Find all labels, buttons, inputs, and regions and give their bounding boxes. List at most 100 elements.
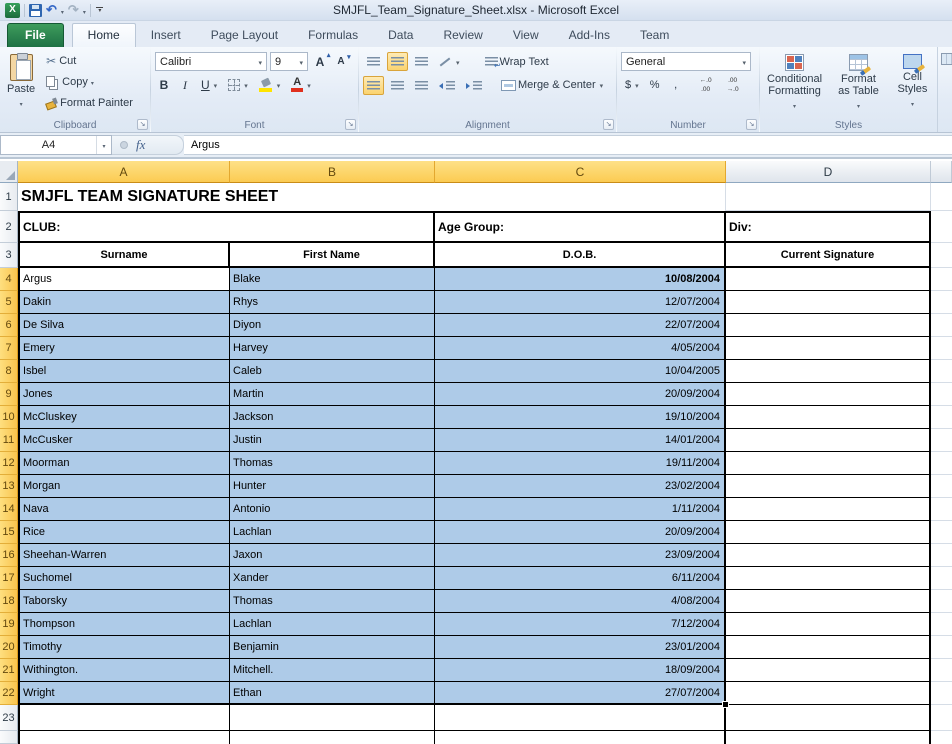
cell-b4-first-name[interactable]: Blake [230,268,435,291]
row-header-24[interactable] [0,731,18,744]
row-header-20[interactable]: 20 [0,636,18,659]
align-bottom-button[interactable] [411,52,432,71]
fill-color-button[interactable] [255,76,285,95]
tab-review[interactable]: Review [428,24,497,47]
font-size-dropdown-icon[interactable] [297,56,303,68]
cell-b20-first-name[interactable]: Benjamin [230,636,435,659]
cell-c14-dob[interactable]: 1/11/2004 [435,498,726,521]
cell-d10-signature[interactable] [726,406,931,429]
cell-a13-surname[interactable]: Morgan [18,475,230,498]
cell-d23[interactable] [726,705,931,731]
row-header-15[interactable]: 15 [0,521,18,544]
underline-dropdown-icon[interactable] [212,79,218,91]
cell-a5-surname[interactable]: Dakin [18,291,230,314]
row-header-8[interactable]: 8 [0,360,18,383]
cell-a4-surname[interactable]: Argus [18,268,230,291]
format-as-table-button[interactable]: Format as Table [831,50,886,113]
row-header-9[interactable]: 9 [0,383,18,406]
cell-a8-surname[interactable]: Isbel [18,360,230,383]
cell-e7[interactable] [931,337,952,360]
currency-dropdown-icon[interactable] [633,79,639,91]
cell-styles-button[interactable]: Cell Styles [890,50,935,113]
tab-view[interactable]: View [498,24,554,47]
underline-button[interactable]: U [197,76,221,95]
conditional-formatting-button[interactable]: Conditional Formatting [762,50,827,113]
merge-center-dropdown-icon[interactable] [598,79,604,91]
italic-button[interactable]: I [176,76,194,95]
row-header-19[interactable]: 19 [0,613,18,636]
decrease-indent-button[interactable] [435,76,459,95]
save-icon[interactable] [29,4,42,17]
cell-d18-signature[interactable] [726,590,931,613]
row-header-17[interactable]: 17 [0,567,18,590]
cell-c8-dob[interactable]: 10/04/2005 [435,360,726,383]
align-top-button[interactable] [363,52,384,71]
tab-page-layout[interactable]: Page Layout [196,24,293,47]
decrease-decimal-button[interactable]: .00 →.0 [721,76,745,95]
cell-c2-age-group-label[interactable]: Age Group: [435,211,726,243]
row-header-22[interactable]: 22 [0,682,18,705]
redo-dropdown-icon[interactable] [83,1,86,19]
cell-a12-surname[interactable]: Moorman [18,452,230,475]
header-cell-d-o-b-[interactable]: D.O.B. [435,243,726,268]
cell-e23[interactable] [931,705,952,731]
cell-e9[interactable] [931,383,952,406]
number-format-dropdown-icon[interactable] [740,56,746,68]
cell-b18-first-name[interactable]: Thomas [230,590,435,613]
cell-d21-signature[interactable] [726,659,931,682]
cell-b7-first-name[interactable]: Harvey [230,337,435,360]
tab-file[interactable]: File [7,23,64,47]
cell-c6-dob[interactable]: 22/07/2004 [435,314,726,337]
cell-a1-title[interactable]: SMJFL TEAM SIGNATURE SHEET [18,183,230,211]
column-header-c[interactable]: C [435,161,726,183]
cell-d15-signature[interactable] [726,521,931,544]
tab-insert[interactable]: Insert [136,24,196,47]
cell-c18-dob[interactable]: 4/08/2004 [435,590,726,613]
align-center-button[interactable] [387,76,408,95]
cell-d8-signature[interactable] [726,360,931,383]
row-header-23[interactable]: 23 [0,705,18,731]
cell-a18-surname[interactable]: Taborsky [18,590,230,613]
borders-dropdown-icon[interactable] [242,79,248,91]
row-header-1[interactable]: 1 [0,183,18,211]
orientation-button[interactable] [435,52,464,71]
cut-button[interactable]: Cut [44,50,135,71]
row-header-10[interactable]: 10 [0,406,18,429]
row-header-3[interactable]: 3 [0,243,18,268]
cell-c7-dob[interactable]: 4/05/2004 [435,337,726,360]
cell-a6-surname[interactable]: De Silva [18,314,230,337]
cell-e16[interactable] [931,544,952,567]
row-header-5[interactable]: 5 [0,291,18,314]
cell-b2[interactable] [230,211,435,243]
header-cell-first-name[interactable]: First Name [230,243,435,268]
cell-a9-surname[interactable]: Jones [18,383,230,406]
paste-dropdown-icon[interactable] [20,97,23,109]
align-right-button[interactable] [411,76,432,95]
cell-c9-dob[interactable]: 20/09/2004 [435,383,726,406]
row-header-4[interactable]: 4 [0,268,18,291]
cell-e19[interactable] [931,613,952,636]
borders-button[interactable] [224,76,252,95]
row-header-13[interactable]: 13 [0,475,18,498]
cell-d22-signature[interactable] [726,682,931,705]
font-family-dropdown-icon[interactable] [256,56,262,68]
excel-logo-icon[interactable] [5,3,20,18]
cell-d20-signature[interactable] [726,636,931,659]
comma-style-button[interactable]: , [667,76,685,95]
cell-a19-surname[interactable]: Thompson [18,613,230,636]
cell-e20[interactable] [931,636,952,659]
cell-d5-signature[interactable] [726,291,931,314]
font-family-combo[interactable]: Calibri [155,52,267,71]
cell-d24[interactable] [726,731,931,744]
cell-b22-first-name[interactable]: Ethan [230,682,435,705]
cell-a20-surname[interactable]: Timothy [18,636,230,659]
align-left-button[interactable] [363,76,384,95]
cell-c19-dob[interactable]: 7/12/2004 [435,613,726,636]
column-header-partial[interactable] [931,161,952,183]
row-header-12[interactable]: 12 [0,452,18,475]
row-header-11[interactable]: 11 [0,429,18,452]
cell-c24[interactable] [435,731,726,744]
cell-e11[interactable] [931,429,952,452]
row-header-14[interactable]: 14 [0,498,18,521]
cell-c21-dob[interactable]: 18/09/2004 [435,659,726,682]
